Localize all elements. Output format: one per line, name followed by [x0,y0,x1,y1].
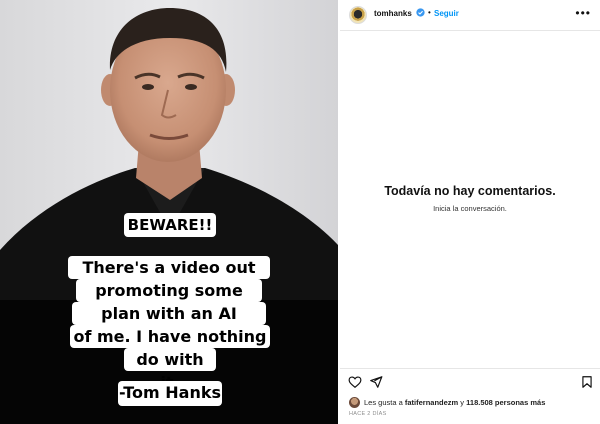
post-header: tomhanks • Seguir ••• [340,0,600,31]
no-comments-title: Todavía no hay comentarios. [384,184,556,198]
post-media[interactable]: BEWARE!! There's a video out there promo… [0,0,338,424]
overlay-beware: BEWARE!! [124,213,216,237]
avatar[interactable] [349,6,367,24]
likes-count[interactable]: 118.508 personas más [466,398,545,407]
likes-connector: y [458,397,467,407]
overlay-message-line: do with it. [124,348,216,392]
no-comments-subtitle: Inicia la conversación. [433,204,507,213]
overlay-message-line: plan with an AI version [72,302,266,346]
separator-dot: • [428,8,431,17]
action-bar [340,368,600,392]
likes-text: Les gusta a fatifernandezm y 118.508 per… [364,398,545,407]
more-horizontal-icon[interactable]: ••• [575,6,591,20]
liker-avatar[interactable] [349,396,360,408]
overlay-message-line: of me. I have nothing to [70,325,270,369]
overlay-message-line: There's a video out there [68,256,270,300]
overlay-signature: -Tom Hanks [118,381,222,406]
bookmark-icon[interactable] [580,375,594,389]
likes-prefix: Les gusta a [364,397,405,407]
verified-badge-icon [416,8,425,17]
comments-panel: tomhanks • Seguir ••• Todavía no hay com… [340,0,600,424]
heart-icon[interactable] [348,375,362,389]
follow-button[interactable]: Seguir [434,9,459,18]
likes-summary: Les gusta a fatifernandezm y 118.508 per… [349,396,545,408]
post-timestamp: HACE 2 DÍAS [349,411,387,417]
overlay-message-line: promoting some dental [76,279,262,323]
username-link[interactable]: tomhanks [374,9,412,18]
liker-username[interactable]: fatifernandezm [405,398,458,407]
share-icon[interactable] [369,375,383,389]
